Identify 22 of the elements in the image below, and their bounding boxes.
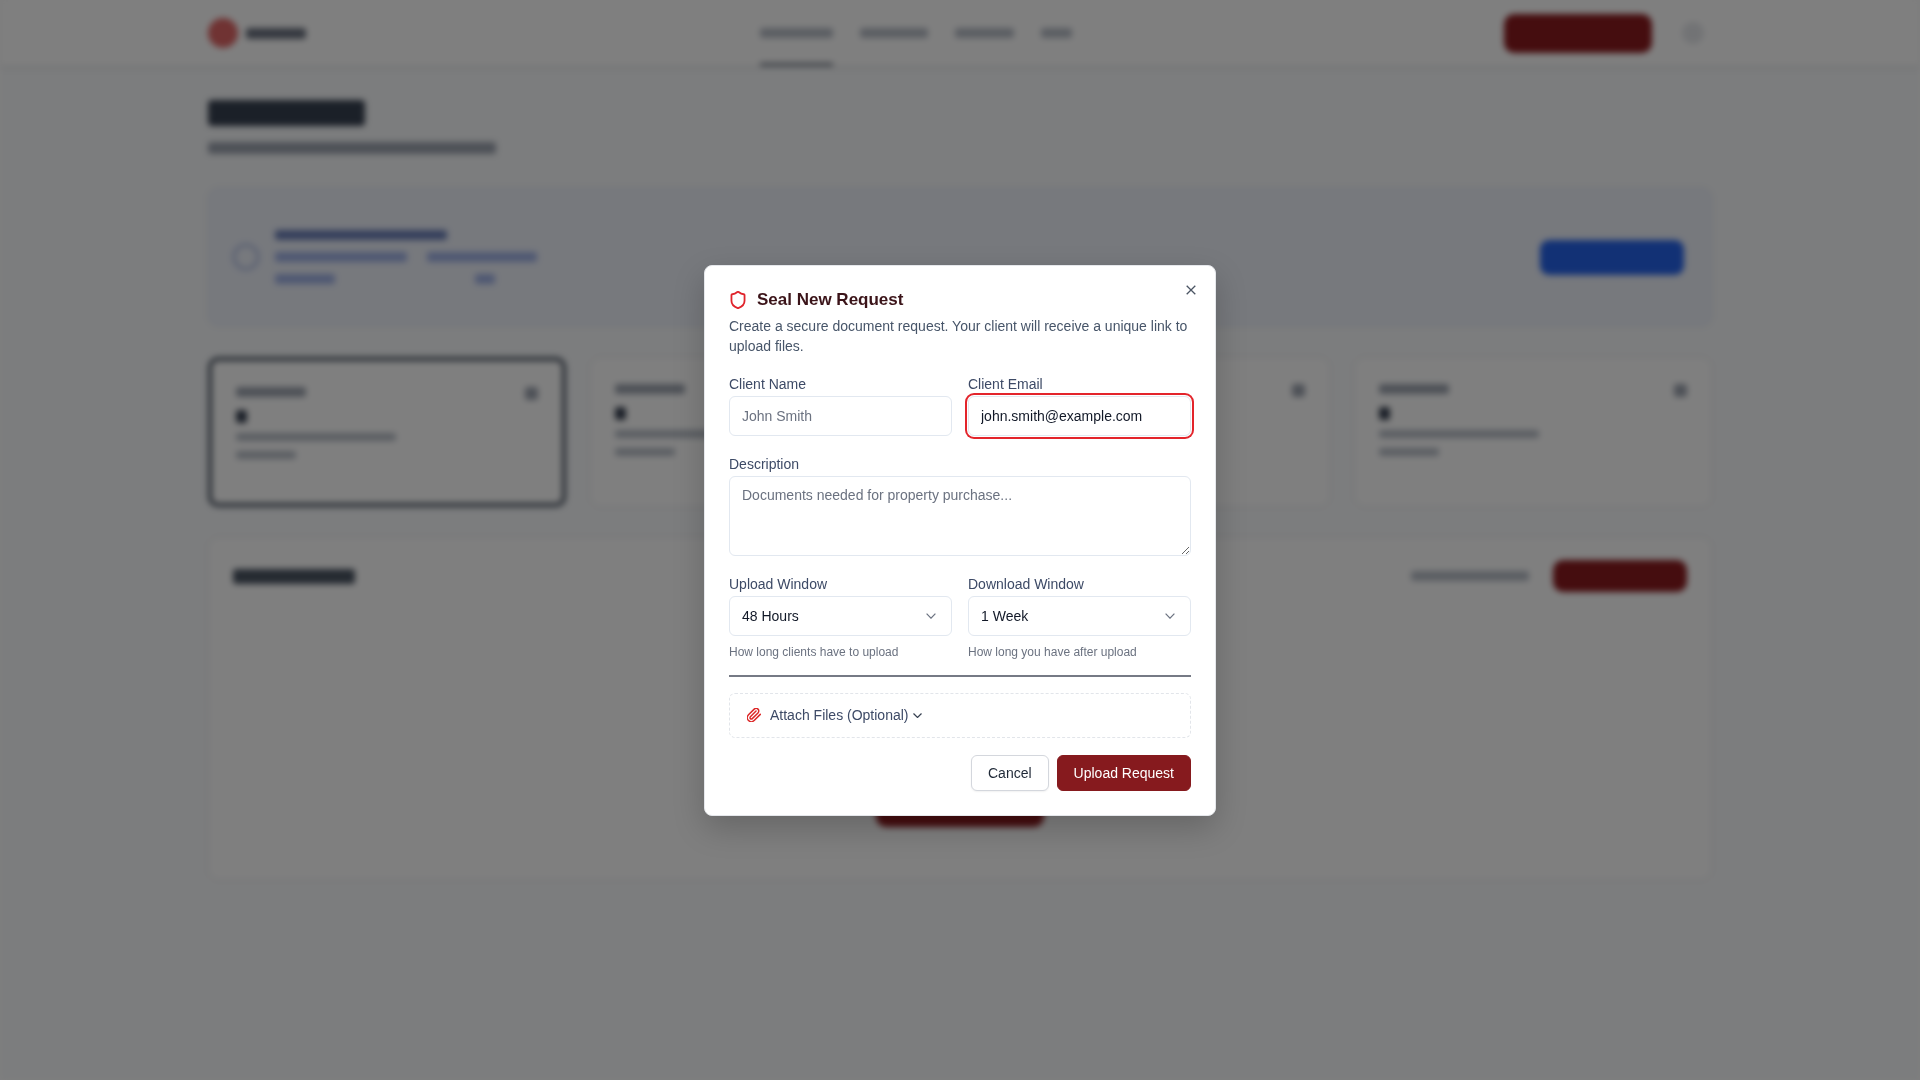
paperclip-icon bbox=[747, 708, 761, 722]
attach-files-toggle[interactable]: Attach Files (Optional) bbox=[729, 692, 1191, 738]
upload-request-button[interactable]: Upload Request bbox=[1056, 754, 1191, 791]
field-label: Client Name bbox=[729, 374, 807, 394]
text-input[interactable]: john.smith@example.com bbox=[968, 395, 1191, 436]
select-dropdown[interactable]: 1 Week bbox=[968, 595, 1191, 636]
field-hint: How long you have after upload bbox=[968, 643, 1137, 660]
field-label: Upload Window bbox=[729, 574, 828, 594]
dialog-title: Seal New Request bbox=[757, 288, 904, 311]
cancel-button[interactable]: Cancel bbox=[971, 754, 1049, 791]
field-hint: How long clients have to upload bbox=[729, 643, 899, 660]
text-input[interactable]: John Smith bbox=[729, 395, 952, 436]
dialog-description: Create a secure document request. Your client will receive a unique link to upload files. bbox=[729, 316, 1189, 356]
field-label: Description bbox=[729, 454, 800, 474]
shield-icon bbox=[730, 290, 746, 309]
select-dropdown[interactable]: 48 Hours bbox=[729, 595, 952, 636]
chevron-down-icon bbox=[1165, 612, 1175, 619]
chevron-down-icon bbox=[926, 612, 936, 619]
field-label: Client Email bbox=[968, 374, 1043, 394]
close-icon bbox=[1186, 284, 1196, 295]
field-label: Download Window bbox=[968, 574, 1084, 594]
textarea-field[interactable]: Documents needed for property purchase... bbox=[729, 475, 1191, 556]
